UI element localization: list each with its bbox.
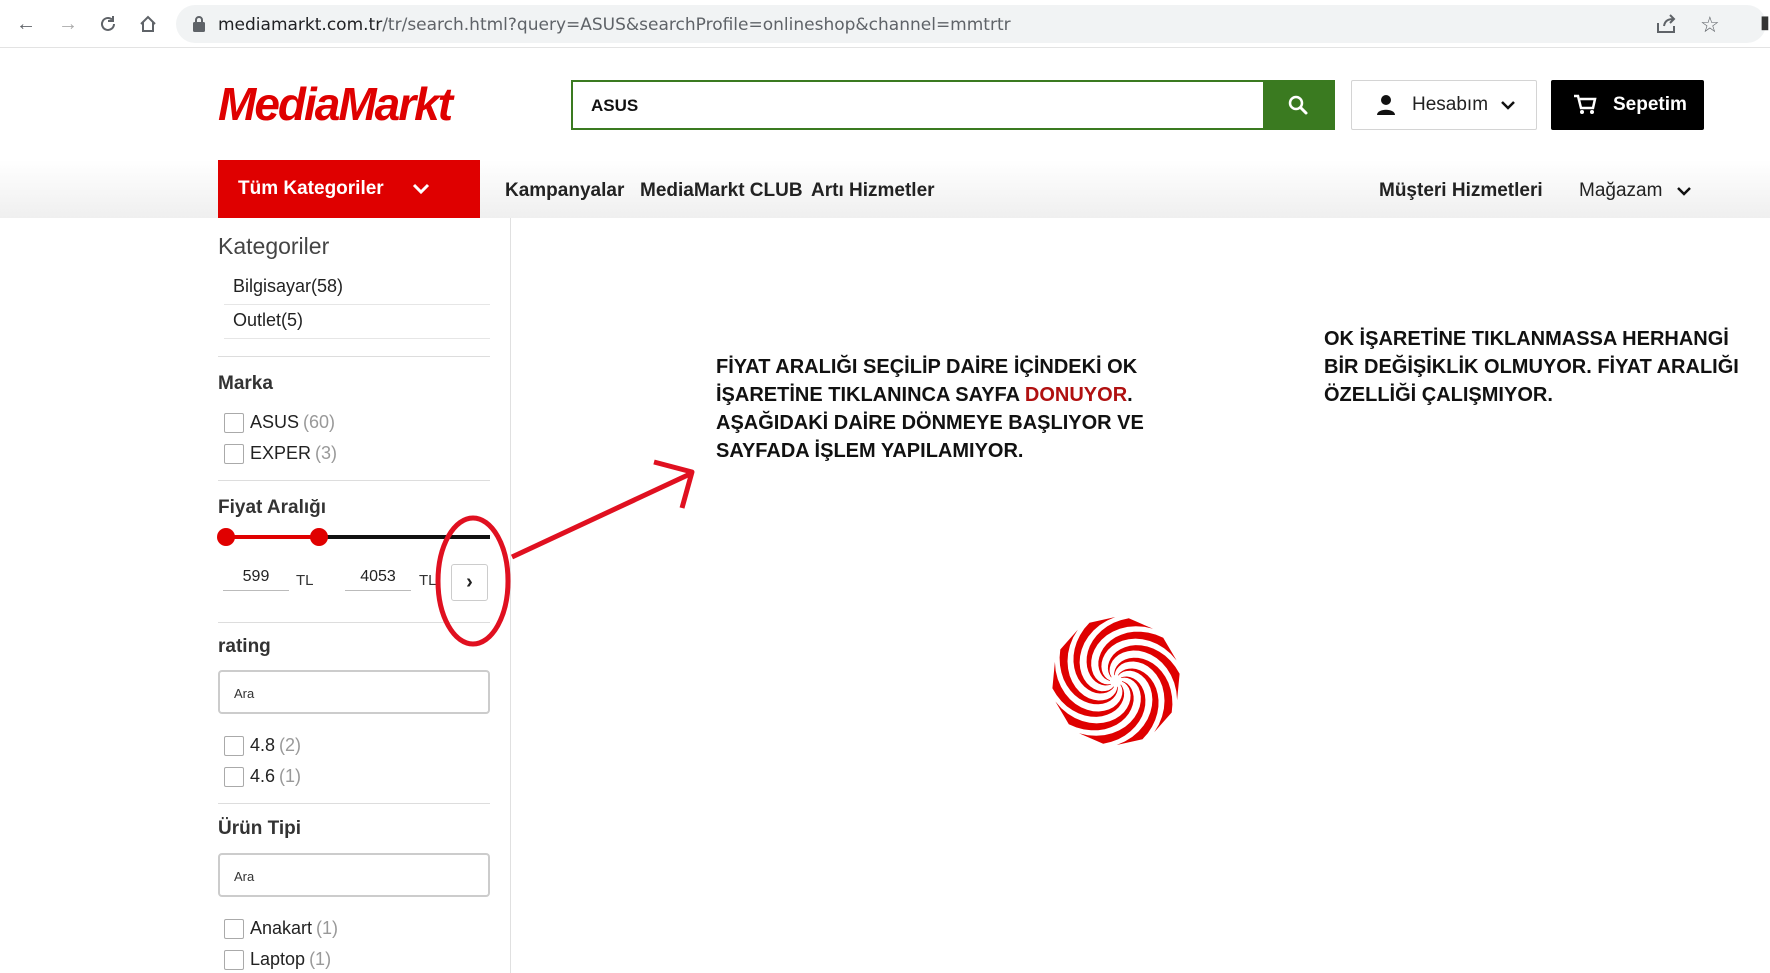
rating-search-field [218,670,490,714]
brand-option-exper[interactable]: EXPER (3) [224,443,337,464]
product-type-filter-title: Ürün Tipi [218,818,302,839]
chevron-down-icon [1501,101,1515,110]
chevron-down-icon [1677,187,1692,196]
rating-filter-title: rating [218,636,271,657]
user-icon [1377,95,1395,115]
brand-filter-title: Marka [218,373,273,394]
back-icon[interactable]: ← [12,10,40,38]
rating-search-input[interactable] [234,684,464,702]
categories-title: Kategoriler [218,233,330,259]
checkbox[interactable] [224,412,244,433]
search-icon [1288,95,1308,115]
rating-option[interactable]: 4.8 (2) [224,735,301,756]
brand-option-asus[interactable]: ASUS (60) [224,412,335,433]
sidebar-divider [510,218,511,973]
price-slider-min-handle[interactable] [217,528,235,546]
product-type-search-input[interactable] [234,867,464,885]
account-button[interactable]: Hesabım [1351,80,1537,130]
loading-spinner-icon [1052,617,1180,745]
price-max-unit: TL [419,572,437,589]
all-categories-button[interactable]: Tüm Kategoriler [218,160,480,218]
address-bar[interactable]: mediamarkt.com.tr/tr/search.html?query=A… [176,5,1766,43]
annotation-arrow [510,471,692,560]
reload-icon[interactable] [94,10,122,38]
search-input[interactable] [591,94,1231,118]
divider [218,356,490,357]
divider [218,622,490,623]
bookmark-star-icon[interactable]: ☆ [1700,12,1720,38]
category-item[interactable]: Outlet(5) [224,305,490,339]
extension-icon[interactable]: ▮ [1760,12,1770,33]
checkbox[interactable] [224,443,244,464]
checkbox[interactable] [224,766,244,787]
url-text: mediamarkt.com.tr/tr/search.html?query=A… [218,15,1011,35]
account-label: Hesabım [1412,94,1489,115]
search-bar [571,80,1335,130]
chevron-down-icon [412,183,429,195]
annotation-left: FİYAT ARALIĞI SEÇİLİP DAİRE İÇİNDEKİ OK … [716,356,1144,462]
forward-icon[interactable]: → [54,10,82,38]
rating-option[interactable]: 4.6 (1) [224,766,301,787]
cart-icon [1574,94,1597,114]
divider [218,803,490,804]
product-type-option[interactable]: Anakart (1) [224,918,338,939]
price-slider-max-handle[interactable] [310,528,328,546]
divider [218,480,490,481]
price-min-unit: TL [296,572,314,589]
price-slider-range [226,535,320,539]
nav-link-customer-service[interactable]: Müşteri Hizmetleri [1379,180,1543,202]
home-icon[interactable] [134,10,162,38]
checkbox[interactable] [224,918,244,939]
all-categories-label: Tüm Kategoriler [238,178,384,199]
nav-link-club[interactable]: MediaMarkt CLUB [640,180,803,202]
store-dropdown[interactable]: Mağazam [1579,180,1692,202]
product-type-option[interactable]: Laptop (1) [224,949,331,970]
browser-toolbar: ← → mediamarkt.com.tr/tr/search.html?que… [0,0,1770,48]
checkbox[interactable] [224,949,244,970]
annotation-right: OK İŞARETİNE TIKLANMASSA HERHANGİ BİR DE… [1324,328,1739,406]
arrow-head [653,459,695,509]
checkbox[interactable] [224,735,244,756]
share-icon[interactable] [1656,14,1678,34]
mediamarkt-logo[interactable]: MediaMarkt [218,78,518,130]
nav-link-services[interactable]: Artı Hizmetler [811,180,935,202]
cart-label: Sepetim [1613,94,1687,115]
price-max-input[interactable] [345,563,411,591]
category-item[interactable]: Bilgisayar(58) [224,271,490,305]
lock-icon [193,16,205,32]
price-min-input[interactable] [223,563,289,591]
nav-link-campaigns[interactable]: Kampanyalar [505,180,624,202]
search-button[interactable] [1263,82,1333,128]
price-filter-title: Fiyat Aralığı [218,497,327,518]
product-type-search-field [218,853,490,897]
price-apply-button[interactable]: › [451,564,488,601]
svg-text:MediaMarkt: MediaMarkt [218,78,455,130]
cart-button[interactable]: Sepetim [1551,80,1704,130]
store-label: Mağazam [1579,180,1663,201]
